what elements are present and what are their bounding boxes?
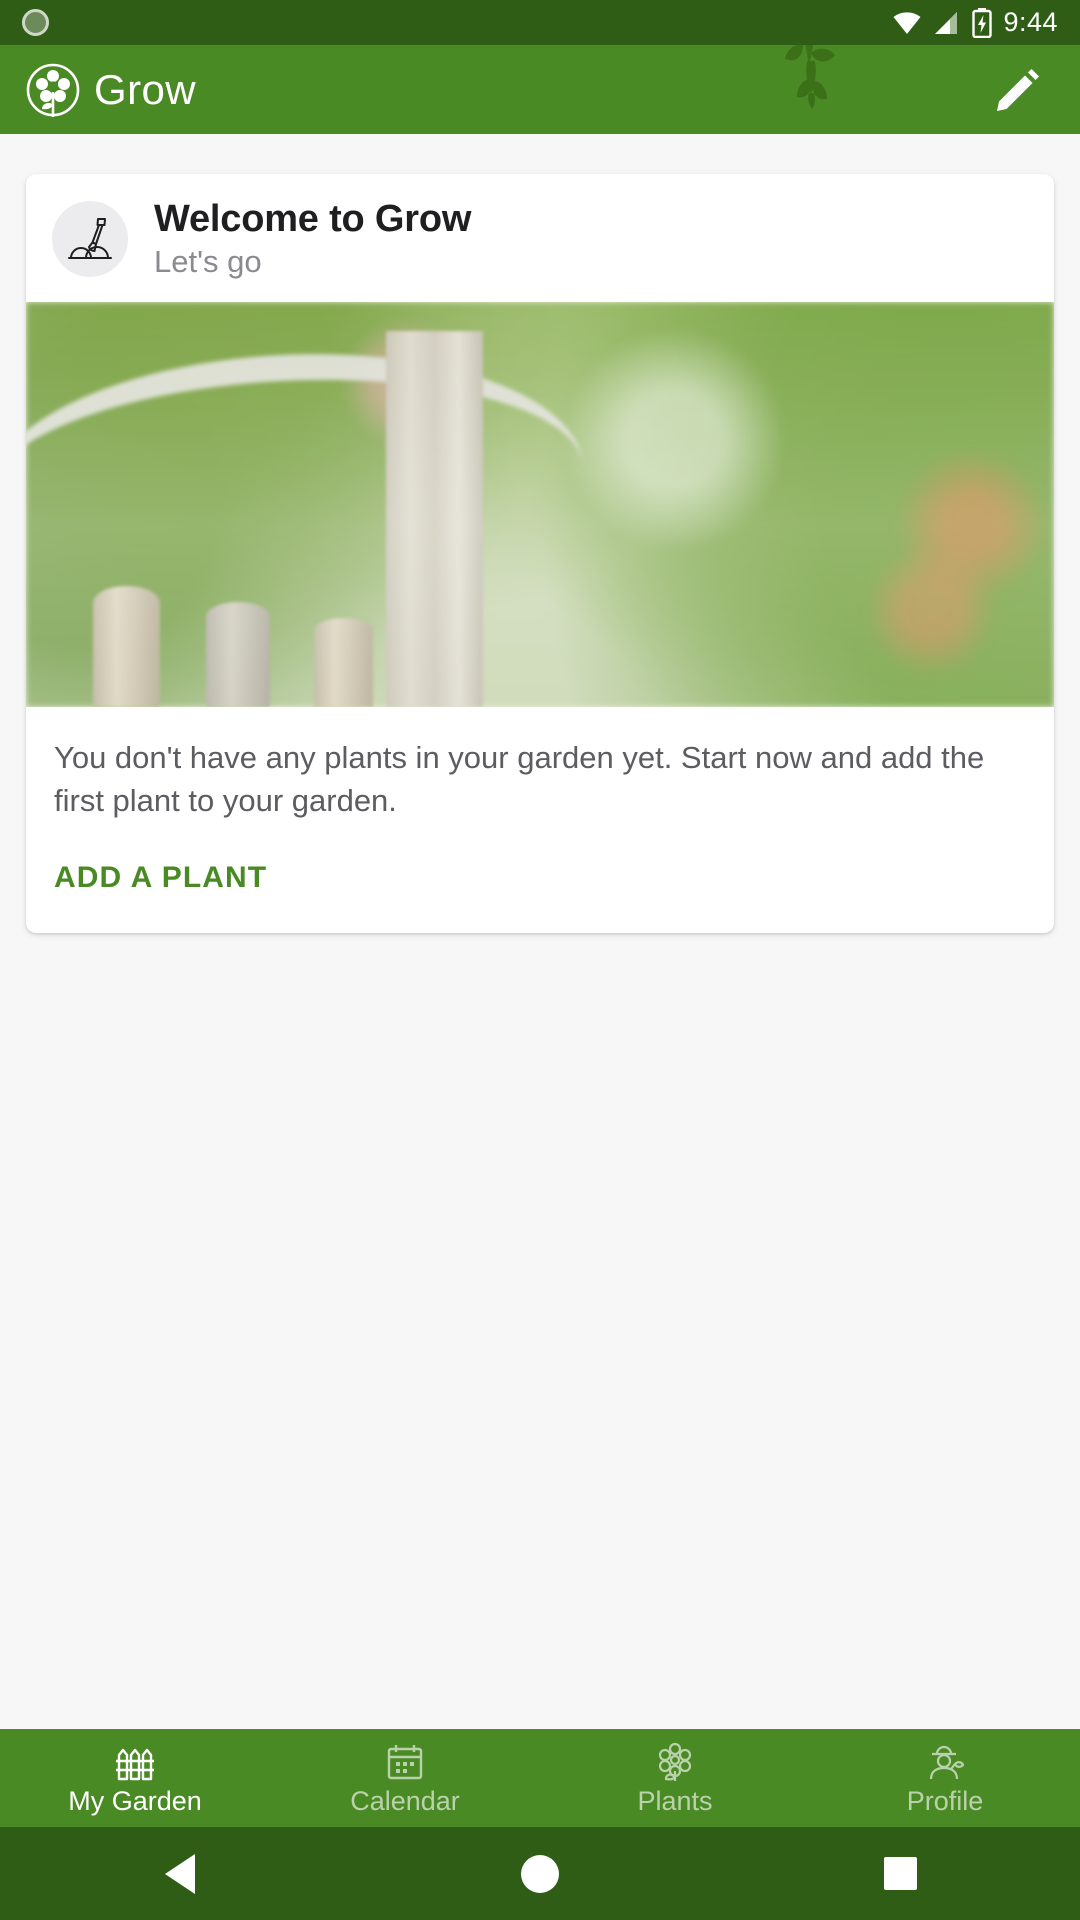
nav-item-calendar[interactable]: Calendar (270, 1729, 540, 1827)
android-system-navigation (0, 1827, 1080, 1920)
card-header: Welcome to Grow Let's go (26, 174, 1054, 302)
card-body: You don't have any plants in your garden… (26, 707, 1054, 823)
calendar-icon (385, 1742, 425, 1782)
nav-label-calendar: Calendar (350, 1785, 460, 1816)
nav-item-my-garden[interactable]: My Garden (0, 1729, 270, 1827)
status-bar-clock: 9:44 (1003, 7, 1058, 37)
home-circle-icon (521, 1854, 559, 1893)
flower-icon (655, 1742, 695, 1782)
empty-state-text: You don't have any plants in your garden… (54, 740, 985, 819)
card-title-group: Welcome to Grow Let's go (154, 198, 472, 279)
app-bar: Grow (0, 45, 1080, 134)
nav-label-my-garden: My Garden (68, 1785, 202, 1816)
add-a-plant-button[interactable]: ADD A PLANT (54, 853, 267, 903)
avatar (52, 201, 128, 278)
main-content: Welcome to Grow Let's go You don't have … (0, 134, 1080, 1729)
recents-square-icon (883, 1857, 917, 1890)
app-brand: Grow (26, 59, 196, 121)
hero-image (26, 302, 1054, 708)
bottom-navigation: My Garden Calendar Plants Profile (0, 1729, 1080, 1827)
status-bar-left (22, 9, 49, 36)
shovel-in-dirt-icon (68, 218, 112, 260)
card-subtitle: Let's go (154, 243, 262, 279)
system-recents-button[interactable] (840, 1827, 960, 1920)
wifi-icon (893, 11, 921, 34)
card-actions: ADD A PLANT (26, 823, 1054, 933)
pencil-edit-icon (997, 68, 1039, 111)
hero-haze-overlay (26, 302, 1054, 708)
hanging-leaf-branch-icon (785, 45, 835, 109)
system-home-button[interactable] (480, 1827, 600, 1920)
status-bar: 9:44 (0, 0, 1080, 45)
card-title: Welcome to Grow (154, 198, 472, 240)
fence-icon (114, 1742, 156, 1782)
flower-in-circle-logo (26, 63, 80, 117)
edit-button[interactable] (982, 54, 1054, 126)
nav-item-plants[interactable]: Plants (540, 1729, 810, 1827)
system-back-button[interactable] (120, 1827, 240, 1920)
record-dot-icon (22, 9, 49, 36)
app-title: Grow (94, 65, 196, 113)
welcome-card: Welcome to Grow Let's go You don't have … (26, 174, 1054, 933)
nav-label-plants: Plants (637, 1785, 713, 1816)
status-bar-right: 9:44 (892, 7, 1058, 38)
gardener-person-icon (924, 1742, 966, 1782)
back-triangle-icon (165, 1853, 195, 1894)
cell-signal-icon (935, 11, 958, 34)
battery-charging-icon (972, 7, 993, 38)
nav-label-profile: Profile (906, 1785, 984, 1816)
app-screen: 9:44 Grow Welcome to Grow Let's go You d… (0, 0, 1080, 1920)
nav-item-profile[interactable]: Profile (810, 1729, 1080, 1827)
